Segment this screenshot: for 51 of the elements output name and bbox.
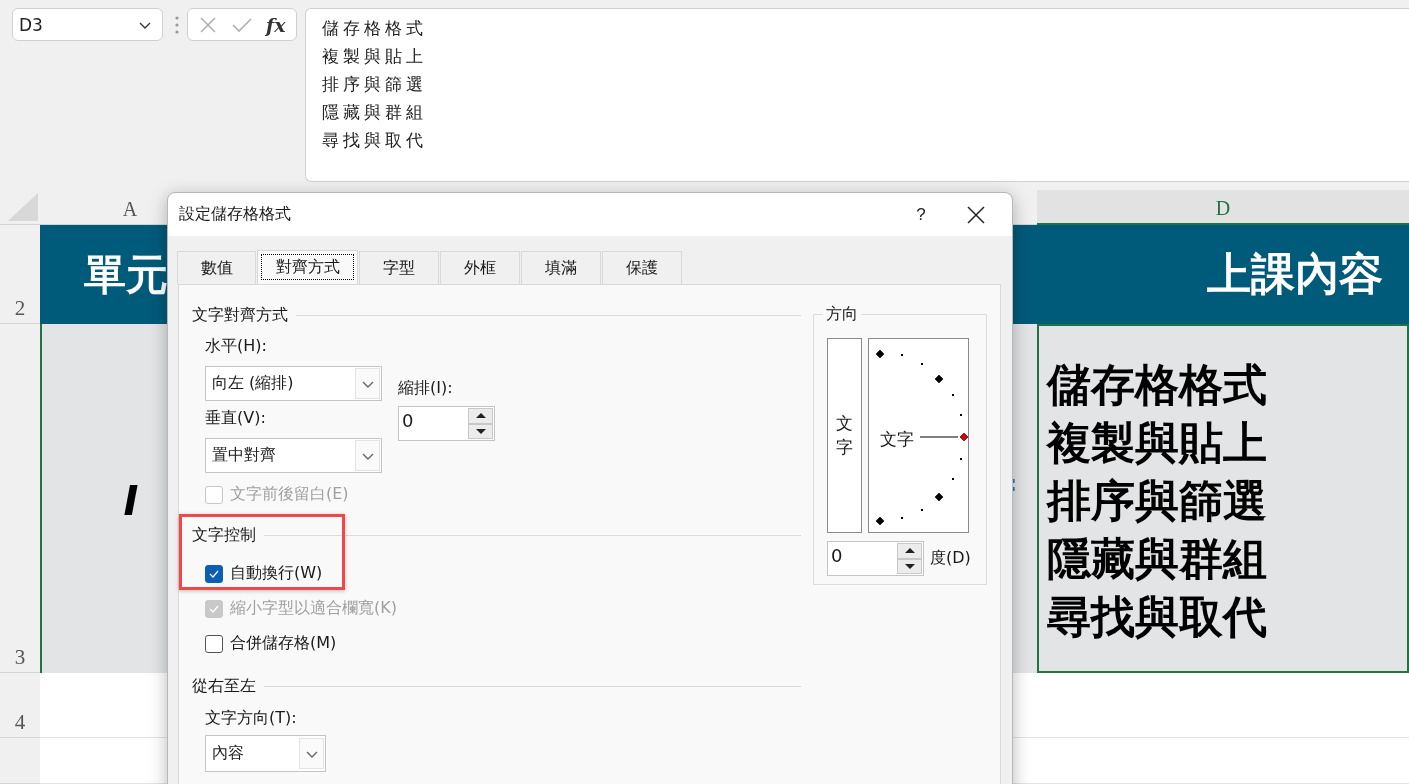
cell[interactable] bbox=[1037, 738, 1409, 784]
text-direction-dropdown[interactable]: 內容 bbox=[205, 735, 326, 772]
dial-text: 文字 bbox=[880, 428, 914, 451]
cancel-button[interactable] bbox=[198, 14, 219, 35]
column-header[interactable]: D bbox=[1037, 190, 1409, 225]
group-heading: 文字控制 bbox=[192, 524, 256, 546]
cell-text: 排序與篩選 bbox=[1047, 474, 1267, 528]
close-icon bbox=[198, 14, 219, 35]
formula-line: 排序與篩選 bbox=[322, 73, 428, 96]
checkbox[interactable] bbox=[205, 634, 223, 653]
horizontal-dropdown[interactable]: 向左 (縮排) bbox=[205, 366, 382, 401]
tab[interactable]: 字型 bbox=[359, 251, 439, 284]
field-label: 文字方向(T): bbox=[205, 708, 297, 729]
checkbox-label: 合併儲存格(M) bbox=[230, 633, 337, 654]
vertical-text-button[interactable]: 文字 bbox=[827, 338, 862, 533]
formula-bar[interactable]: 儲存格格式 複製與貼上 排序與篩選 隱藏與群組 尋找與取代 bbox=[305, 8, 1409, 182]
field-label: 度(D) bbox=[930, 548, 971, 569]
tab[interactable]: 保護 bbox=[602, 251, 682, 284]
group-heading: 文字對齊方式 bbox=[192, 304, 288, 326]
header-cell-text: 上課內容 bbox=[1207, 247, 1383, 301]
vertical-dropdown[interactable]: 置中對齊 bbox=[205, 438, 382, 473]
formula-line: 尋找與取代 bbox=[322, 129, 428, 152]
selected-cell[interactable]: 儲存格格式 複製與貼上 排序與篩選 隱藏與群組 尋找與取代 bbox=[1037, 324, 1409, 673]
cell-text: 複製與貼上 bbox=[1047, 416, 1267, 470]
checkbox-label: 文字前後留白(E) bbox=[230, 484, 349, 505]
tab[interactable]: 對齊方式 bbox=[257, 250, 358, 284]
grip-icon bbox=[175, 16, 179, 34]
field-label: 垂直(V): bbox=[205, 408, 266, 429]
header-cell-text: 單元 bbox=[84, 248, 168, 301]
checkbox[interactable] bbox=[205, 564, 223, 583]
name-box[interactable]: D3 bbox=[12, 8, 163, 41]
insert-function-button[interactable]: fx bbox=[266, 13, 286, 36]
tab[interactable]: 填滿 bbox=[521, 251, 601, 284]
checkbox-label: 自動換行(W) bbox=[230, 563, 323, 584]
cell-text: 尋找與取代 bbox=[1047, 590, 1267, 644]
formula-line: 複製與貼上 bbox=[322, 45, 428, 68]
formula-line: 隱藏與群組 bbox=[322, 101, 428, 124]
formula-line: 儲存格格式 bbox=[322, 17, 428, 40]
close-icon bbox=[967, 205, 985, 224]
checkbox-label: 縮小字型以適合欄寬(K) bbox=[230, 598, 397, 619]
cell-text: 儲存格格式 bbox=[1047, 358, 1267, 412]
cell-text: 隱藏與群組 bbox=[1047, 532, 1267, 586]
group-heading: 從右至左 bbox=[192, 675, 256, 697]
field-label: 水平(H): bbox=[205, 336, 267, 357]
field-label: 縮排(I): bbox=[398, 378, 453, 399]
cell-text: I bbox=[123, 477, 139, 524]
tab[interactable]: 外框 bbox=[440, 251, 520, 284]
orientation-dial[interactable]: 文字 bbox=[868, 338, 969, 533]
help-button[interactable]: ? bbox=[898, 193, 944, 236]
cell[interactable] bbox=[1037, 673, 1409, 738]
tab[interactable]: 數值 bbox=[177, 251, 256, 284]
